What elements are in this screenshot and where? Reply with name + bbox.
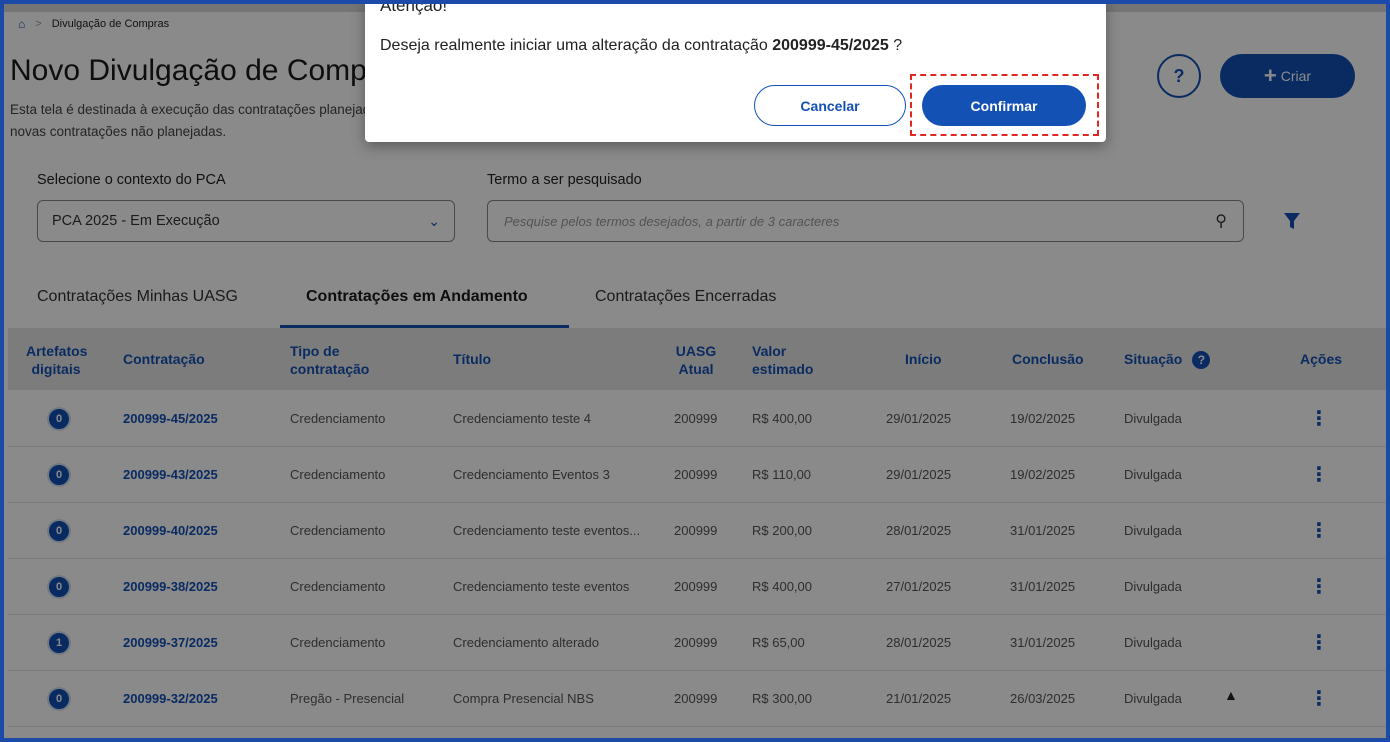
cancel-button[interactable]: Cancelar xyxy=(754,85,906,126)
dialog-message: Deseja realmente iniciar uma alteração d… xyxy=(380,37,902,55)
app-frame: ⌂ > Divulgação de Compras Novo Divulgaçã… xyxy=(0,0,1390,742)
dialog-title: Atenção! xyxy=(380,0,448,15)
highlight-box xyxy=(910,74,1099,136)
dialog-message-prefix: Deseja realmente iniciar uma alteração d… xyxy=(380,37,773,54)
dialog-message-id: 200999-45/2025 xyxy=(772,37,889,54)
dialog-message-suffix: ? xyxy=(888,37,903,54)
